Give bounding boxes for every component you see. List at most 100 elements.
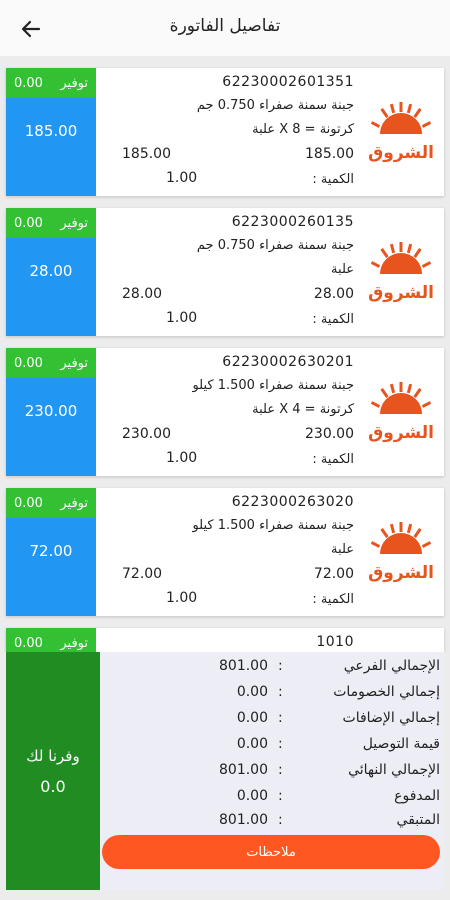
brand-logo-text: الشروق [368, 283, 434, 303]
summary-colon: : [278, 658, 283, 674]
item-info: 6223000263020 جبنة سمنة صفراء 1.500 كيلو… [106, 488, 356, 616]
savings-value: 0.00 [14, 75, 43, 91]
item-barcode: 62230002630201 [222, 354, 354, 370]
summary-value: 801.00 [219, 812, 268, 828]
savings-label: توفير [60, 75, 88, 91]
summary-row-delivery: 0.00 : قيمة التوصيل [106, 736, 444, 758]
summary-label: الإجمالي الفرعي [343, 658, 440, 674]
item-price-box: 0.00 توفير 72.00 [6, 488, 96, 616]
summary-label: الإجمالي النهائي [348, 762, 440, 778]
item-line-total: 28.00 [122, 286, 163, 302]
item-unit-price: 28.00 [313, 286, 354, 302]
item-pack: علبة [331, 542, 354, 557]
item-price-box: 0.00 توفير [6, 628, 96, 652]
brand-logo-icon: الشروق [368, 382, 434, 443]
brand-logo-text: الشروق [368, 563, 434, 583]
item-total-price: 28.00 [6, 238, 96, 336]
item-quantity-label: الكمية : [312, 312, 354, 327]
summary-colon: : [278, 710, 283, 726]
savings-label: توفير [60, 495, 88, 511]
item-unit-price: 230.00 [305, 426, 354, 442]
summary-colon: : [278, 762, 283, 778]
summary-row-additions: 0.00 : إجمالي الإضافات [106, 710, 444, 732]
summary-row-discounts: 0.00 : إجمالي الخصومات [106, 684, 444, 706]
item-unit-price: 185.00 [305, 146, 354, 162]
brand-logo-text: الشروق [368, 423, 434, 443]
savings-badge: 0.00 توفير [6, 488, 96, 518]
summary-row-remaining: 801.00 : المتبقي [106, 812, 444, 834]
summary-label: المتبقي [396, 812, 440, 828]
item-info: 6223000260135 جبنة سمنة صفراء 0.750 جم ع… [106, 208, 356, 336]
item-barcode: 1010 [316, 634, 354, 650]
invoice-item-card-partial[interactable]: 0.00 توفير 1010 [6, 628, 444, 652]
item-price-box: 0.00 توفير 230.00 [6, 348, 96, 476]
summary-colon: : [278, 788, 283, 804]
brand-logo-text: الشروق [368, 143, 434, 163]
savings-badge: 0.00 توفير [6, 68, 96, 98]
savings-value: 0.00 [14, 355, 43, 371]
item-quantity-label: الكمية : [312, 172, 354, 187]
savings-label: توفير [60, 635, 88, 651]
item-name: جبنة سمنة صفراء 0.750 جم [196, 98, 354, 113]
item-quantity-label: الكمية : [312, 452, 354, 467]
brand-logo-icon: الشروق [368, 522, 434, 583]
summary-value: 0.00 [236, 710, 268, 726]
item-price-box: 0.00 توفير 185.00 [6, 68, 96, 196]
invoice-items-list[interactable]: 0.00 توفير 185.00 62230002601351 جبنة سم… [0, 60, 450, 652]
item-unit-price: 72.00 [313, 566, 354, 582]
item-quantity: 1.00 [166, 450, 198, 466]
item-quantity: 1.00 [166, 310, 198, 326]
item-name: جبنة سمنة صفراء 1.500 كيلو [192, 518, 354, 533]
invoice-item-card[interactable]: 0.00 توفير 72.00 6223000263020 جبنة سمنة… [6, 488, 444, 616]
summary-value: 0.00 [236, 788, 268, 804]
invoice-item-card[interactable]: 0.00 توفير 28.00 6223000260135 جبنة سمنة… [6, 208, 444, 336]
saved-title: وفرنا لك [26, 746, 80, 765]
item-barcode: 6223000260135 [231, 214, 354, 230]
item-quantity: 1.00 [166, 170, 198, 186]
item-line-total: 72.00 [122, 566, 163, 582]
invoice-summary-panel: وفرنا لك 0.0 801.00 : الإجمالي الفرعي 0.… [6, 652, 444, 890]
item-line-total: 230.00 [122, 426, 171, 442]
item-total-price: 72.00 [6, 518, 96, 616]
summary-label: المدفوع [394, 788, 440, 804]
item-price-box: 0.00 توفير 28.00 [6, 208, 96, 336]
item-info: 1010 [106, 628, 356, 652]
savings-value: 0.00 [14, 635, 43, 651]
item-pack: كرتونة = 4 X علبة [252, 402, 354, 417]
item-pack: علبة [331, 262, 354, 277]
summary-label: قيمة التوصيل [362, 736, 440, 752]
item-quantity: 1.00 [166, 590, 198, 606]
savings-badge: 0.00 توفير [6, 208, 96, 238]
item-name: جبنة سمنة صفراء 1.500 كيلو [192, 378, 354, 393]
page-title: تفاصيل الفاتورة [169, 16, 281, 36]
summary-colon: : [278, 736, 283, 752]
notes-button[interactable]: ملاحظات [102, 835, 440, 869]
summary-row-paid: 0.00 : المدفوع [106, 788, 444, 810]
item-pack: كرتونة = 8 X علبة [252, 122, 354, 137]
back-button[interactable] [16, 14, 46, 44]
top-app-bar: تفاصيل الفاتورة [0, 0, 450, 56]
item-info: 62230002630201 جبنة سمنة صفراء 1.500 كيل… [106, 348, 356, 476]
savings-badge: 0.00 توفير [6, 628, 96, 652]
summary-row-subtotal: 801.00 : الإجمالي الفرعي [106, 658, 444, 680]
summary-label: إجمالي الإضافات [342, 710, 440, 726]
summary-value: 0.00 [236, 684, 268, 700]
item-total-price: 230.00 [6, 378, 96, 476]
saved-value: 0.0 [40, 776, 66, 796]
savings-label: توفير [60, 215, 88, 231]
item-barcode: 62230002601351 [222, 74, 354, 90]
total-saved-box: وفرنا لك 0.0 [6, 652, 100, 890]
invoice-item-card[interactable]: 0.00 توفير 185.00 62230002601351 جبنة سم… [6, 68, 444, 196]
item-total-price: 185.00 [6, 98, 96, 196]
summary-colon: : [278, 812, 283, 828]
brand-logo-icon: الشروق [368, 242, 434, 303]
item-info: 62230002601351 جبنة سمنة صفراء 0.750 جم … [106, 68, 356, 196]
savings-value: 0.00 [14, 215, 43, 231]
invoice-details-screen: تفاصيل الفاتورة 0.00 توفير 185.00 622300… [0, 0, 450, 900]
summary-colon: : [278, 684, 283, 700]
item-line-total: 185.00 [122, 146, 171, 162]
item-barcode: 6223000263020 [231, 494, 354, 510]
savings-label: توفير [60, 355, 88, 371]
arrow-left-icon [21, 20, 41, 38]
invoice-item-card[interactable]: 0.00 توفير 230.00 62230002630201 جبنة سم… [6, 348, 444, 476]
